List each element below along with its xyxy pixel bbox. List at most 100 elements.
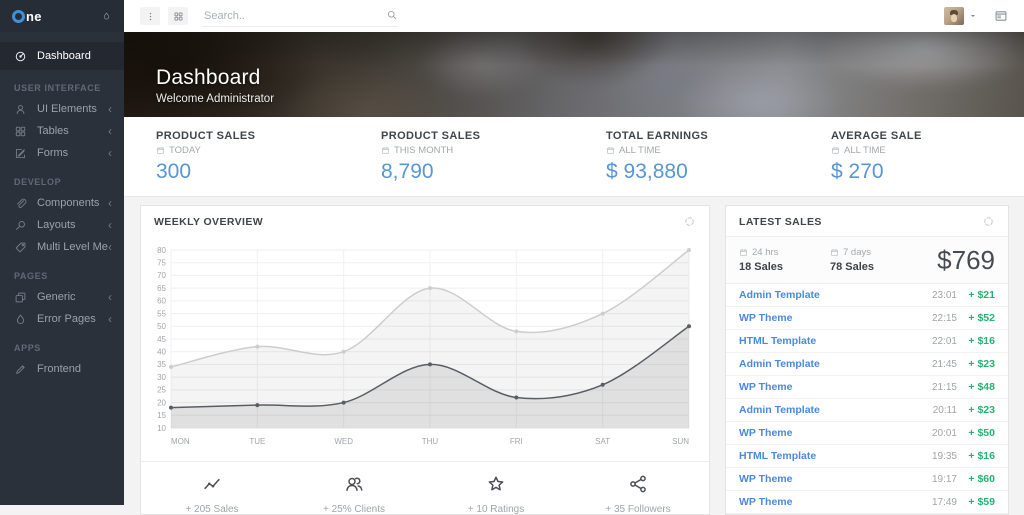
- sales-list: Admin Template 23:01 + $21 WP Theme 22:1…: [726, 284, 1008, 514]
- sale-row-html-template: HTML Template 19:35 + $16: [726, 445, 1008, 468]
- sidebar: ne Dashboard USER INTERFACE UI Elements ‹ Ta…: [0, 0, 124, 505]
- flame-icon: [14, 313, 27, 326]
- svg-text:80: 80: [157, 246, 166, 255]
- stat-period: TODAY: [156, 145, 349, 156]
- sidebar-item-tables[interactable]: Tables ‹: [0, 120, 124, 142]
- user-menu-button[interactable]: [944, 7, 978, 25]
- sale-time: 22:01: [931, 335, 957, 347]
- paperclip-icon: [14, 197, 27, 210]
- sale-product-link[interactable]: Admin Template: [739, 358, 927, 370]
- stat-value: $ 93,880: [606, 160, 688, 183]
- chevron-left-icon: ‹: [108, 102, 112, 116]
- app-logo[interactable]: ne: [12, 9, 42, 24]
- caret-down-icon: [968, 11, 978, 21]
- chevron-left-icon: ‹: [108, 218, 112, 232]
- stat-period-label: ALL TIME: [619, 145, 661, 156]
- svg-text:45: 45: [157, 335, 166, 344]
- tag-icon: [14, 241, 27, 254]
- sale-time: 20:11: [932, 404, 957, 416]
- refresh-button[interactable]: [683, 215, 696, 228]
- hero-text: Dashboard Welcome Administrator: [156, 66, 274, 105]
- sidebar-section-develop: DEVELOP: [14, 177, 62, 187]
- sales-summary-period: 7 days: [830, 247, 921, 258]
- sale-row-admin-template: Admin Template 23:01 + $21: [726, 284, 1008, 307]
- refresh-button[interactable]: [982, 215, 995, 228]
- svg-text:25: 25: [157, 386, 166, 395]
- sidebar-item-components[interactable]: Components ‹: [0, 192, 124, 214]
- menu-toggle-button[interactable]: [140, 7, 160, 25]
- edit-icon: [14, 147, 27, 160]
- svg-text:60: 60: [157, 297, 166, 306]
- sale-product-link[interactable]: WP Theme: [739, 496, 927, 508]
- search-icon[interactable]: [386, 9, 398, 21]
- sales-summary-24hrs: 24 hrs 18 Sales: [739, 247, 830, 273]
- sidebar-item-error-pages[interactable]: Error Pages ‹: [0, 308, 124, 330]
- weekly-overview-card: WEEKLY OVERVIEW 10 15 20 25 30 35 40 45 50 55 60 65…: [140, 205, 710, 515]
- weekly-overview-header: WEEKLY OVERVIEW: [141, 206, 709, 236]
- sidebar-item-forms[interactable]: Forms ‹: [0, 142, 124, 164]
- sale-amount: + $50: [968, 427, 995, 439]
- latest-sales-header: LATEST SALES: [726, 206, 1008, 236]
- sale-time: 20:01: [931, 427, 957, 439]
- sale-product-link[interactable]: WP Theme: [739, 473, 927, 485]
- sidebar-item-dashboard[interactable]: Dashboard: [0, 42, 124, 70]
- sale-time: 17:49: [931, 496, 957, 508]
- svg-text:35: 35: [157, 360, 166, 369]
- hero-banner: Dashboard Welcome Administrator: [124, 32, 1024, 117]
- sidebar-section-apps: APPS: [14, 343, 41, 353]
- svg-text:50: 50: [157, 322, 166, 331]
- sale-time: 23:01: [931, 289, 957, 301]
- sale-amount: + $23: [968, 358, 995, 370]
- sale-amount: + $48: [968, 381, 995, 393]
- sidebar-item-ui-elements[interactable]: UI Elements ‹: [0, 98, 124, 120]
- sale-product-link[interactable]: HTML Template: [739, 335, 927, 347]
- svg-text:75: 75: [157, 259, 166, 268]
- sales-summary-7days: 7 days 78 Sales: [830, 247, 921, 273]
- sale-product-link[interactable]: Admin Template: [739, 404, 927, 416]
- stat-period-label: THIS MONTH: [394, 145, 454, 156]
- sales-count: 18 Sales: [739, 261, 784, 273]
- stat-label: AVERAGE SALE: [831, 130, 922, 142]
- stat-value: $ 270: [831, 160, 884, 183]
- users-icon: [344, 474, 364, 494]
- sale-row-wp-theme: WP Theme 21:15 + $48: [726, 376, 1008, 399]
- apps-button[interactable]: [168, 7, 188, 25]
- sidebar-item-multi-level-menu[interactable]: Multi Level Menu‹: [0, 236, 124, 258]
- menu-dots-icon: [145, 11, 156, 22]
- sale-amount: + $59: [968, 496, 995, 508]
- sale-product-link[interactable]: WP Theme: [739, 427, 927, 439]
- chevron-left-icon: ‹: [108, 312, 112, 326]
- latest-sales-title: LATEST SALES: [739, 215, 822, 228]
- stat-value: 300: [156, 160, 192, 183]
- sidebar-item-frontend[interactable]: Frontend: [0, 358, 124, 380]
- search-input[interactable]: [202, 5, 398, 26]
- sale-row-wp-theme: WP Theme 20:01 + $50: [726, 422, 1008, 445]
- calendar-icon: [381, 146, 390, 155]
- target-icon: [14, 50, 27, 63]
- stat-card-total-earnings: TOTAL EARNINGS ALL TIME $ 93,880: [574, 117, 799, 196]
- stat-period: ALL TIME: [831, 145, 1024, 156]
- right-panel-button[interactable]: [994, 9, 1008, 23]
- svg-text:40: 40: [157, 348, 166, 357]
- footer-stat-label: + 35 Followers: [605, 504, 671, 515]
- share-icon: [628, 474, 648, 494]
- calendar-icon: [831, 146, 840, 155]
- latest-sales-card: LATEST SALES 24 hrs 18 Sales 7 days 78 S…: [725, 205, 1009, 515]
- sale-product-link[interactable]: Admin Template: [739, 289, 927, 301]
- sale-time: 21:15: [931, 381, 957, 393]
- sale-product-link[interactable]: WP Theme: [739, 381, 927, 393]
- stat-period: ALL TIME: [606, 145, 799, 156]
- sale-amount: + $52: [968, 312, 995, 324]
- sidebar-item-layouts[interactable]: Layouts ‹: [0, 214, 124, 236]
- footer-stat-label: + 205 Sales: [185, 504, 239, 515]
- sidebar-item-generic[interactable]: Generic ‹: [0, 286, 124, 308]
- avatar: [944, 7, 964, 25]
- sale-time: 19:17: [931, 473, 957, 485]
- svg-text:WED: WED: [334, 437, 353, 446]
- sale-time: 22:15: [931, 312, 957, 324]
- sale-product-link[interactable]: HTML Template: [739, 450, 927, 462]
- svg-text:70: 70: [157, 271, 166, 280]
- sale-product-link[interactable]: WP Theme: [739, 312, 927, 324]
- calendar-icon: [156, 146, 165, 155]
- sales-period-label: 24 hrs: [752, 247, 779, 258]
